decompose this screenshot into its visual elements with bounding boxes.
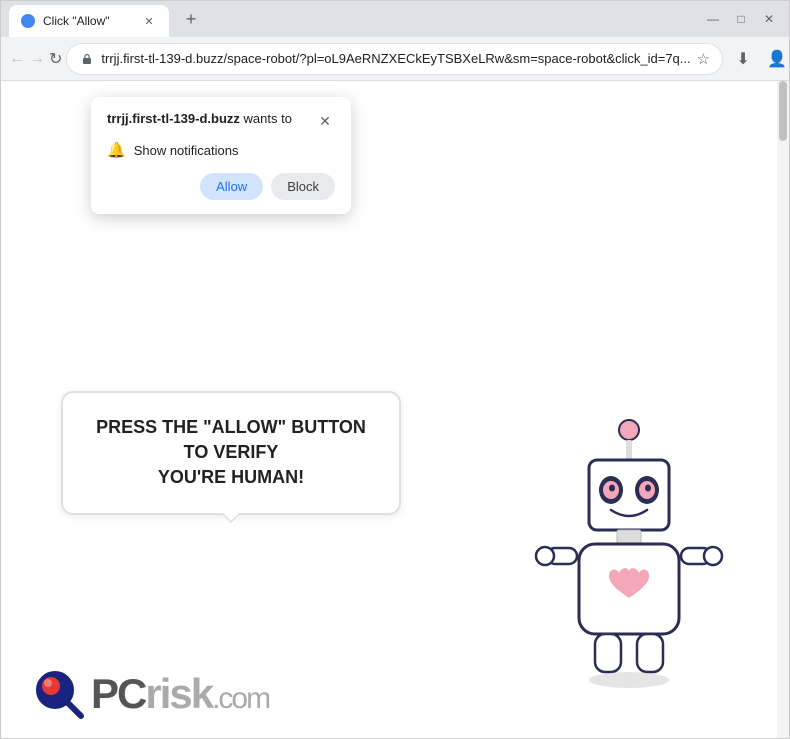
- tab-favicon: [21, 14, 35, 28]
- nav-actions: ⬇ 👤 ⋮: [727, 43, 790, 75]
- back-button[interactable]: ←: [9, 43, 25, 75]
- pc-text: PC: [91, 670, 145, 717]
- maximize-button[interactable]: □: [729, 7, 753, 31]
- speech-bubble: PRESS THE "ALLOW" BUTTON TO VERIFY YOU'R…: [61, 391, 401, 515]
- forward-button[interactable]: →: [29, 43, 45, 75]
- active-tab[interactable]: Click "Allow" ✕: [9, 5, 169, 37]
- account-button[interactable]: 👤: [761, 43, 790, 75]
- address-bar[interactable]: trrjj.first-tl-139-d.buzz/space-robot/?p…: [66, 43, 723, 75]
- security-icon: [79, 51, 95, 67]
- popup-domain: trrjj.first-tl-139-d.buzz wants to: [107, 111, 292, 126]
- popup-domain-bold: trrjj.first-tl-139-d.buzz: [107, 111, 240, 126]
- robot-illustration: [529, 408, 729, 668]
- pcrisk-magnifier-icon: [31, 666, 87, 722]
- download-button[interactable]: ⬇: [727, 43, 759, 75]
- bell-icon: 🔔: [107, 141, 126, 159]
- new-tab-button[interactable]: +: [177, 5, 205, 33]
- reload-button[interactable]: ↻: [49, 43, 62, 75]
- close-button[interactable]: ✕: [757, 7, 781, 31]
- popup-header: trrjj.first-tl-139-d.buzz wants to ✕: [107, 111, 335, 131]
- title-bar: Click "Allow" ✕ + — □ ✕: [1, 1, 789, 37]
- popup-buttons: Allow Block: [107, 173, 335, 200]
- window-controls: — □ ✕: [701, 7, 781, 31]
- risk-text: risk: [145, 670, 212, 717]
- popup-close-button[interactable]: ✕: [315, 111, 335, 131]
- scrollbar[interactable]: [777, 81, 789, 738]
- page-content: trrjj.first-tl-139-d.buzz wants to ✕ 🔔 S…: [1, 81, 789, 738]
- minimize-button[interactable]: —: [701, 7, 725, 31]
- tab-title: Click "Allow": [43, 14, 133, 28]
- allow-button[interactable]: Allow: [200, 173, 263, 200]
- nav-bar: ← → ↻ trrjj.first-tl-139-d.buzz/space-ro…: [1, 37, 789, 81]
- block-button[interactable]: Block: [271, 173, 335, 200]
- popup-notification-text: Show notifications: [134, 143, 239, 158]
- pcrisk-text: PCrisk.com: [91, 673, 269, 715]
- bookmark-icon[interactable]: ☆: [697, 50, 710, 68]
- pcrisk-logo: PCrisk.com: [31, 666, 269, 722]
- address-text: trrjj.first-tl-139-d.buzz/space-robot/?p…: [101, 51, 690, 66]
- tab-close-button[interactable]: ✕: [141, 13, 157, 29]
- notification-popup: trrjj.first-tl-139-d.buzz wants to ✕ 🔔 S…: [91, 97, 351, 214]
- scrollbar-thumb[interactable]: [779, 81, 787, 141]
- dotcom-text: .com: [212, 682, 269, 715]
- browser-window: Click "Allow" ✕ + — □ ✕ ← → ↻ trrjj.firs…: [0, 0, 790, 739]
- popup-notification-row: 🔔 Show notifications: [107, 141, 335, 159]
- popup-domain-suffix: wants to: [240, 111, 292, 126]
- speech-bubble-text: PRESS THE "ALLOW" BUTTON TO VERIFY YOU'R…: [93, 415, 369, 491]
